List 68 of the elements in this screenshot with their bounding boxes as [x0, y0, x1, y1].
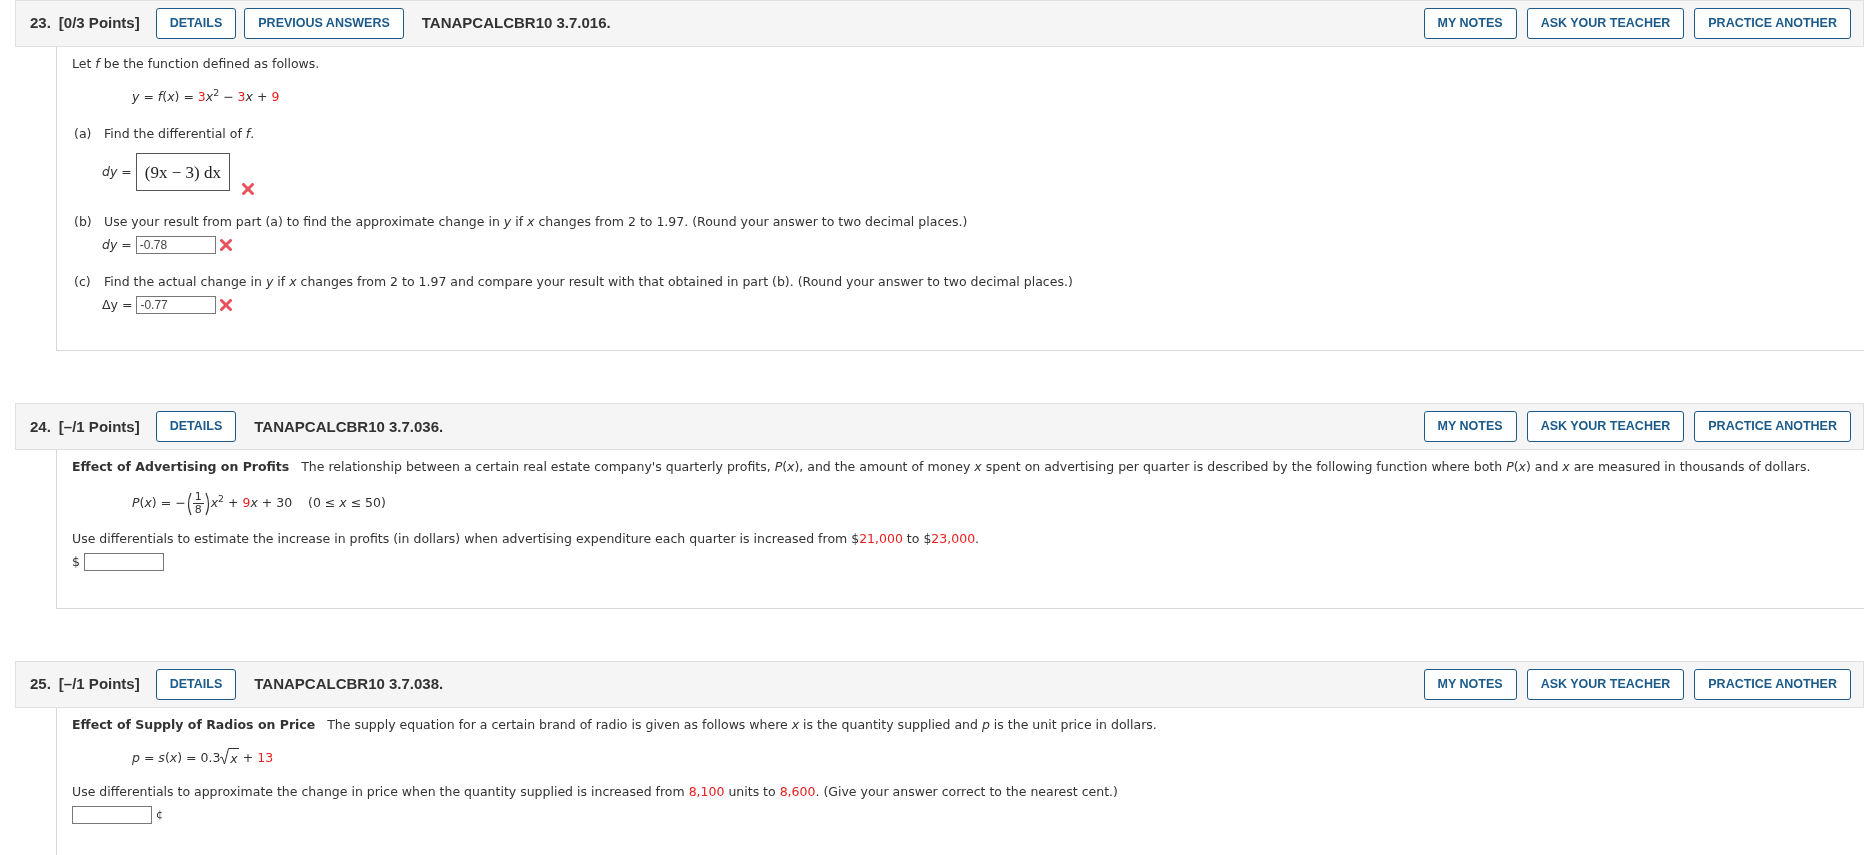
formula-text: P(x) = − — [132, 494, 186, 513]
given-value: 13 — [257, 749, 274, 768]
radical-icon — [220, 748, 230, 766]
question-text: Let f be the function defined as follows. — [72, 55, 321, 73]
header-button[interactable]: ASK YOUR TEACHER — [1526, 668, 1685, 700]
radicand: x — [229, 748, 239, 769]
header-button[interactable]: DETAILS — [155, 411, 237, 443]
part-label: (a) — [74, 124, 93, 143]
given-value: 9 — [242, 494, 251, 513]
header-button[interactable]: DETAILS — [155, 668, 237, 700]
header-button[interactable]: ASK YOUR TEACHER — [1526, 411, 1685, 443]
formula-text: to $ — [905, 531, 932, 546]
formula-text: . — [975, 531, 980, 546]
formula-text: Use differentials to estimate the increase in profits (in dollars) when advertising expenditure each quarter is increased from $ — [72, 531, 860, 546]
answer-field[interactable] — [83, 553, 164, 572]
right-paren-icon — [204, 491, 211, 516]
unit-label: ¢ — [156, 806, 163, 823]
header-button[interactable]: PRACTICE ANOTHER — [1694, 668, 1851, 700]
question-number: 24. — [30, 416, 51, 437]
answer-field[interactable]: -0.77 — [136, 295, 217, 314]
points-label: [–/1 Points] — [58, 416, 140, 437]
answer-label: dy = — [102, 236, 132, 254]
points-label: [0/3 Points] — [58, 13, 140, 34]
header-button[interactable]: PRACTICE ANOTHER — [1694, 8, 1851, 39]
question-text: Effect of Supply of Radios on Price The supply equation for a certain brand of radio is given as follows where x is the quantity supplied and p is the unit price in dollars. — [72, 715, 1158, 734]
formula-text: x$^{2}$ + — [210, 494, 240, 513]
given-value: 3 — [237, 87, 246, 106]
answer-field[interactable] — [72, 805, 152, 824]
formula-text: x$^{2}$ − — [205, 87, 235, 106]
formula-text: units to — [727, 784, 777, 799]
given-value: 23,000 — [931, 531, 976, 546]
part-label: (c) — [74, 272, 92, 291]
question-number: 25. — [30, 673, 51, 694]
fraction: 1 8 — [192, 491, 204, 516]
formula-text: + — [241, 749, 255, 768]
given-value: 3 — [197, 87, 206, 106]
question-text: Effect of Advertising on Profits The relationship between a certain real estate company's quarterly profits, P(x), and the amount of money x spent on advertising per quarter is described by the following function where both P(x) and x are measured in thousands of dollars. — [72, 458, 1812, 477]
given-value: 9 — [271, 87, 280, 106]
answer-label: Δy = — [102, 295, 133, 314]
formula-text: Use differentials to approximate the change in price when the quantity supplied is increased from — [72, 784, 686, 799]
answer-field[interactable]: (9x − 3) dx — [135, 153, 230, 192]
header-button[interactable]: PRACTICE ANOTHER — [1694, 411, 1851, 443]
header-button[interactable]: MY NOTES — [1423, 411, 1517, 443]
answer-field[interactable]: -0.78 — [135, 236, 216, 255]
formula-text: x + 30 (0 ≤ x ≤ 50) — [250, 494, 386, 513]
left-paren-icon — [185, 491, 192, 516]
problem-code: TANAPCALCBR10 3.7.016. — [421, 13, 611, 34]
header-button[interactable]: PREVIOUS ANSWERS — [244, 8, 404, 39]
given-value: 21,000 — [859, 531, 903, 546]
question-text: Use your result from part (a) to find the approximate change in y if x changes from 2 to 1.97. (Round your answer to two decimal places.) — [104, 213, 968, 232]
question-number: 23. — [30, 13, 51, 34]
formula-text: y = f(x) = — [132, 87, 195, 106]
problem-code: TANAPCALCBR10 3.7.038. — [254, 673, 444, 694]
header-button[interactable]: MY NOTES — [1423, 668, 1517, 700]
formula-text: x + — [245, 87, 269, 106]
question-text: Find the differential of f. — [104, 124, 255, 143]
answer-label: dy = — [102, 163, 132, 182]
question-text: Find the actual change in y if x changes from 2 to 1.97 and compare your result with that obtained in part (b). (Round your answer to two decimal places.) — [104, 272, 1073, 291]
answer-label: $ — [72, 552, 80, 571]
points-label: [–/1 Points] — [58, 673, 140, 694]
given-value: 8,100 — [688, 784, 725, 799]
header-button[interactable]: MY NOTES — [1423, 8, 1517, 39]
formula-text: p = s(x) = 0.3 — [132, 749, 221, 768]
formula-text: . (Give your answer correct to the nearest cent.) — [815, 784, 1118, 799]
part-label: (b) — [74, 213, 93, 232]
problem-code: TANAPCALCBR10 3.7.036. — [254, 416, 444, 437]
header-button[interactable]: ASK YOUR TEACHER — [1526, 8, 1685, 39]
header-button[interactable]: DETAILS — [155, 8, 237, 39]
